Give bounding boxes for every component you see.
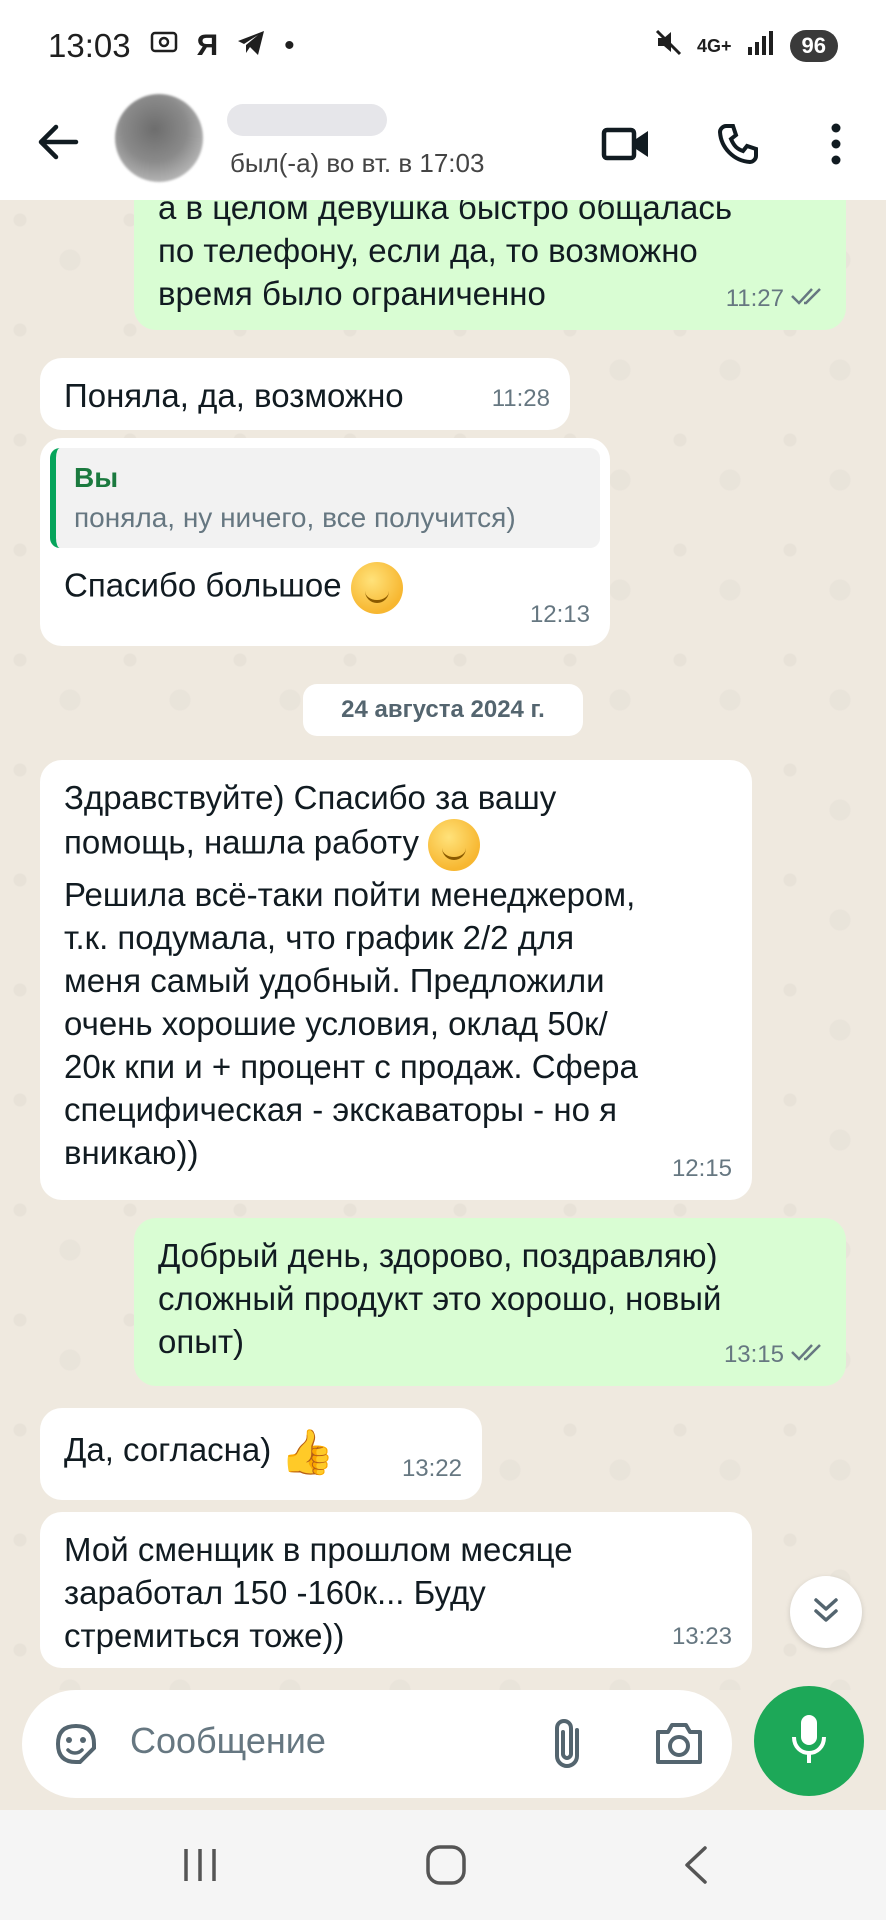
message-incoming[interactable]: Да, согласна) 👍 13:22 <box>40 1408 482 1500</box>
message-incoming-reply[interactable]: Вы поняла, ну ничего, все получится) Спа… <box>40 438 610 646</box>
status-right: 4G+ 96 <box>653 27 838 65</box>
double-check-icon <box>790 277 826 320</box>
message-input[interactable]: Сообщение <box>130 1720 326 1762</box>
message-meta: 11:27 <box>726 277 826 320</box>
system-nav-bar <box>0 1810 886 1920</box>
message-text: Да, согласна) <box>64 1431 272 1468</box>
message-time: 13:23 <box>671 1623 732 1650</box>
attach-icon[interactable] <box>547 1716 587 1777</box>
contact-name[interactable] <box>227 104 387 136</box>
message-line: Здравствуйте) Спасибо за вашу <box>64 779 557 816</box>
signal-icon <box>746 28 776 65</box>
quote-text: поняла, ну ничего, все получится) <box>74 502 516 533</box>
back-arrow-icon[interactable] <box>30 114 86 170</box>
message-meta: 11:28 <box>492 377 550 420</box>
mic-button[interactable] <box>754 1686 864 1796</box>
status-time: 13:03 <box>48 27 131 64</box>
message-text: Поняла, да, возможно <box>64 377 404 414</box>
message-meta: 12:15 <box>672 1147 732 1190</box>
message-line: заработал 150 -160к... Буду <box>64 1574 486 1611</box>
message-line: вникаю)) <box>64 1134 199 1171</box>
back-nav-icon[interactable] <box>666 1840 726 1890</box>
home-icon[interactable] <box>416 1840 476 1890</box>
message-line: меня самый удобный. Предложили <box>64 962 605 999</box>
message-line: 20к кпи и + процент с продаж. Сфера <box>64 1048 638 1085</box>
mic-icon <box>789 1713 829 1770</box>
mute-icon <box>653 27 683 65</box>
date-divider: 24 августа 2024 г. <box>303 684 583 736</box>
message-body: Спасибо большое <box>50 562 600 614</box>
message-outgoing[interactable]: а в целом девушка быстро общалась по тел… <box>134 200 846 330</box>
message-time: 13:22 <box>401 1455 462 1482</box>
message-outgoing[interactable]: Добрый день, здорово, поздравляю) сложны… <box>134 1218 846 1386</box>
message-line: Добрый день, здорово, поздравляю) <box>158 1237 718 1274</box>
camera-icon[interactable] <box>654 1720 704 1771</box>
telegram-icon <box>236 28 266 65</box>
status-left: 13:03 Я • <box>48 27 295 65</box>
chat-header: был(-а) во вт. в 17:03 <box>0 92 886 200</box>
smiling-emoji-icon <box>428 819 481 871</box>
chevrons-down-icon <box>810 1594 842 1631</box>
sticker-icon[interactable] <box>50 1718 102 1775</box>
status-bar: 13:03 Я • 4G+ 96 <box>0 0 886 92</box>
message-line: сложный продукт это хорошо, новый <box>158 1280 722 1317</box>
message-incoming[interactable]: Поняла, да, возможно 11:28 <box>40 358 570 430</box>
message-time: 11:27 <box>725 285 784 312</box>
message-meta: 13:15 <box>724 1333 826 1376</box>
message-time: 12:13 <box>529 601 590 628</box>
message-line-with-emoji: помощь, нашла работу <box>64 819 728 873</box>
quoted-message[interactable]: Вы поняла, ну ничего, все получится) <box>50 448 600 548</box>
message-composer[interactable]: Сообщение <box>22 1690 732 1798</box>
message-line: помощь, нашла работу <box>64 823 419 861</box>
quote-author: Вы <box>74 462 119 493</box>
message-meta: 13:22 <box>402 1447 462 1490</box>
smiling-emoji-icon <box>350 562 403 614</box>
screenshot-icon <box>149 27 179 65</box>
phone-icon[interactable] <box>708 114 768 174</box>
message-line: очень хорошие условия, оклад 50к/ <box>64 1005 608 1042</box>
notification-dot: • <box>284 29 295 62</box>
last-seen-status: был(-а) во вт. в 17:03 <box>230 148 485 178</box>
message-time: 11:28 <box>491 385 550 412</box>
network-type: 4G+ <box>696 36 732 56</box>
message-line: опыт) <box>158 1323 245 1360</box>
message-meta: 12:13 <box>530 593 590 636</box>
message-line: по телефону, если да, то возможно <box>158 232 698 269</box>
message-time: 12:15 <box>671 1155 732 1182</box>
message-line: Мой сменщик в прошлом месяце <box>64 1531 573 1568</box>
scroll-to-bottom-button[interactable] <box>790 1576 862 1648</box>
thumbs-up-emoji-icon: 👍 <box>280 1427 336 1477</box>
message-line: специфическая - экскаваторы - но я <box>64 1091 617 1128</box>
more-vert-icon[interactable] <box>806 114 866 174</box>
message-line: а в целом девушка быстро общалась <box>158 200 733 226</box>
message-line: время было ограниченно <box>158 275 546 312</box>
battery-level: 96 <box>789 30 838 62</box>
message-incoming[interactable]: Мой сменщик в прошлом месяце заработал 1… <box>40 1512 752 1668</box>
message-line: Решила всё-таки пойти менеджером, <box>64 876 636 913</box>
chat-area[interactable]: а в целом девушка быстро общалась по тел… <box>0 200 886 1690</box>
message-incoming[interactable]: Здравствуйте) Спасибо за вашу помощь, на… <box>40 760 752 1200</box>
avatar[interactable] <box>115 94 203 182</box>
recent-apps-icon[interactable] <box>170 1840 230 1890</box>
video-call-icon[interactable] <box>596 114 656 174</box>
message-time: 13:15 <box>723 1341 784 1368</box>
message-text: Спасибо большое <box>64 566 342 604</box>
message-line: т.к. подумала, что график 2/2 для <box>64 919 575 956</box>
yandex-icon: Я <box>196 29 219 62</box>
double-check-icon <box>790 1333 826 1376</box>
message-meta: 13:23 <box>672 1615 732 1658</box>
message-line: стремиться тоже)) <box>64 1617 345 1654</box>
